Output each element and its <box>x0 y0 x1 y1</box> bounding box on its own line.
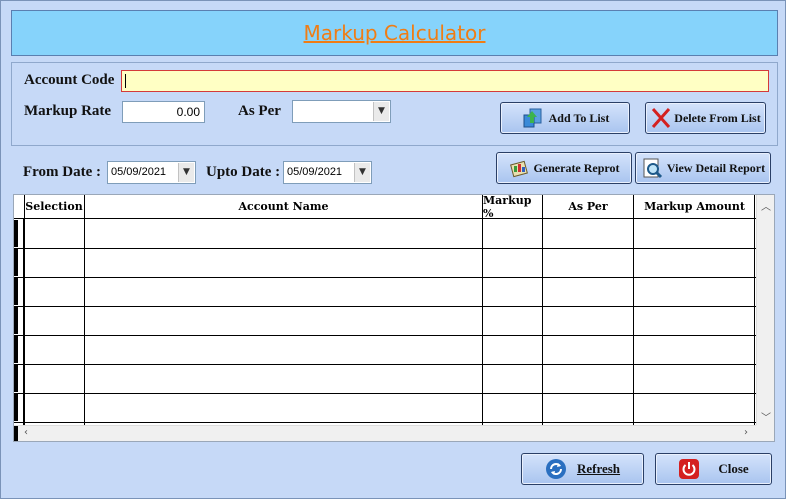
scroll-right-icon[interactable]: › <box>744 427 748 438</box>
from-date-label: From Date : <box>23 164 102 180</box>
view-detail-report-button[interactable]: View Detail Report <box>635 152 771 184</box>
from-date-picker[interactable]: 05/09/2021 ▼ <box>107 161 196 184</box>
markup-grid[interactable]: Selection Account Name Markup % As Per M… <box>13 194 775 442</box>
table-row[interactable] <box>14 335 756 336</box>
generate-report-label: Generate Reprot <box>533 160 620 175</box>
add-list-icon <box>521 107 543 129</box>
table-row[interactable] <box>14 422 756 423</box>
column-header-selection[interactable]: Selection <box>24 195 84 218</box>
markup-rate-input[interactable]: 0.00 <box>122 101 205 123</box>
row-header-marker <box>14 278 18 305</box>
scroll-up-icon[interactable]: ︿ <box>761 198 771 213</box>
column-header-as-per[interactable]: As Per <box>543 195 633 218</box>
horizontal-scrollbar[interactable]: ‹ › <box>14 425 756 441</box>
generate-report-button[interactable]: Generate Reprot <box>496 152 632 184</box>
calendar-dropdown-icon[interactable]: ▼ <box>354 163 370 182</box>
table-row[interactable] <box>14 364 756 365</box>
from-date-value: 05/09/2021 <box>111 166 167 178</box>
vertical-scrollbar[interactable]: ︿ ﹀ <box>756 195 774 426</box>
upto-date-picker[interactable]: 05/09/2021 ▼ <box>283 161 372 184</box>
as-per-label: As Per <box>238 103 281 119</box>
chevron-down-icon[interactable]: ▼ <box>373 102 389 121</box>
scroll-position-marker <box>14 426 18 441</box>
scrollbar-corner <box>756 425 774 441</box>
table-row[interactable] <box>14 248 756 249</box>
column-header-markup-amount[interactable]: Markup Amount <box>634 195 755 218</box>
report-icon <box>508 157 530 179</box>
grid-column-divider <box>754 195 755 426</box>
refresh-icon <box>545 458 567 480</box>
close-button[interactable]: Close <box>655 453 772 485</box>
page-title: Markup Calculator <box>303 21 486 45</box>
table-row[interactable] <box>14 306 756 307</box>
delete-from-list-label: Delete From List <box>674 110 761 125</box>
add-to-list-label: Add To List <box>548 110 610 125</box>
view-detail-report-label: View Detail Report <box>666 160 766 175</box>
table-row[interactable] <box>14 277 756 278</box>
upto-date-label: Upto Date : <box>206 164 281 180</box>
row-header-marker <box>14 365 18 392</box>
column-header-markup-percent[interactable]: Markup % <box>483 194 542 220</box>
row-header-marker <box>14 220 18 247</box>
magnifier-icon <box>641 157 663 179</box>
row-header-marker <box>14 336 18 363</box>
delete-from-list-button[interactable]: Delete From List <box>645 102 766 134</box>
scroll-left-icon[interactable]: ‹ <box>24 427 28 438</box>
markup-rate-label: Markup Rate <box>24 103 112 119</box>
power-icon <box>678 458 700 480</box>
account-code-input[interactable] <box>121 70 769 92</box>
row-header-marker <box>14 394 18 421</box>
upto-date-value: 05/09/2021 <box>287 166 343 178</box>
title-panel: Markup Calculator <box>11 10 778 56</box>
add-to-list-button[interactable]: Add To List <box>500 102 630 134</box>
refresh-button[interactable]: Refresh <box>521 453 644 485</box>
column-header-account-name[interactable]: Account Name <box>85 195 482 218</box>
account-code-label: Account Code <box>24 72 115 88</box>
scroll-down-icon[interactable]: ﹀ <box>761 409 771 424</box>
row-header-marker <box>14 307 18 334</box>
table-row[interactable] <box>14 393 756 394</box>
red-x-icon <box>650 107 672 129</box>
as-per-select[interactable]: ▼ <box>292 100 391 123</box>
grid-column-divider <box>482 195 483 426</box>
grid-header: Selection Account Name Markup % As Per M… <box>14 194 756 220</box>
grid-column-divider <box>542 195 543 426</box>
row-header-marker <box>14 249 18 276</box>
close-label: Close <box>718 461 749 476</box>
grid-column-divider <box>84 195 85 426</box>
calendar-dropdown-icon[interactable]: ▼ <box>178 163 194 182</box>
refresh-label: Refresh <box>576 461 621 476</box>
grid-column-divider <box>24 195 25 426</box>
grid-column-divider <box>633 195 634 426</box>
